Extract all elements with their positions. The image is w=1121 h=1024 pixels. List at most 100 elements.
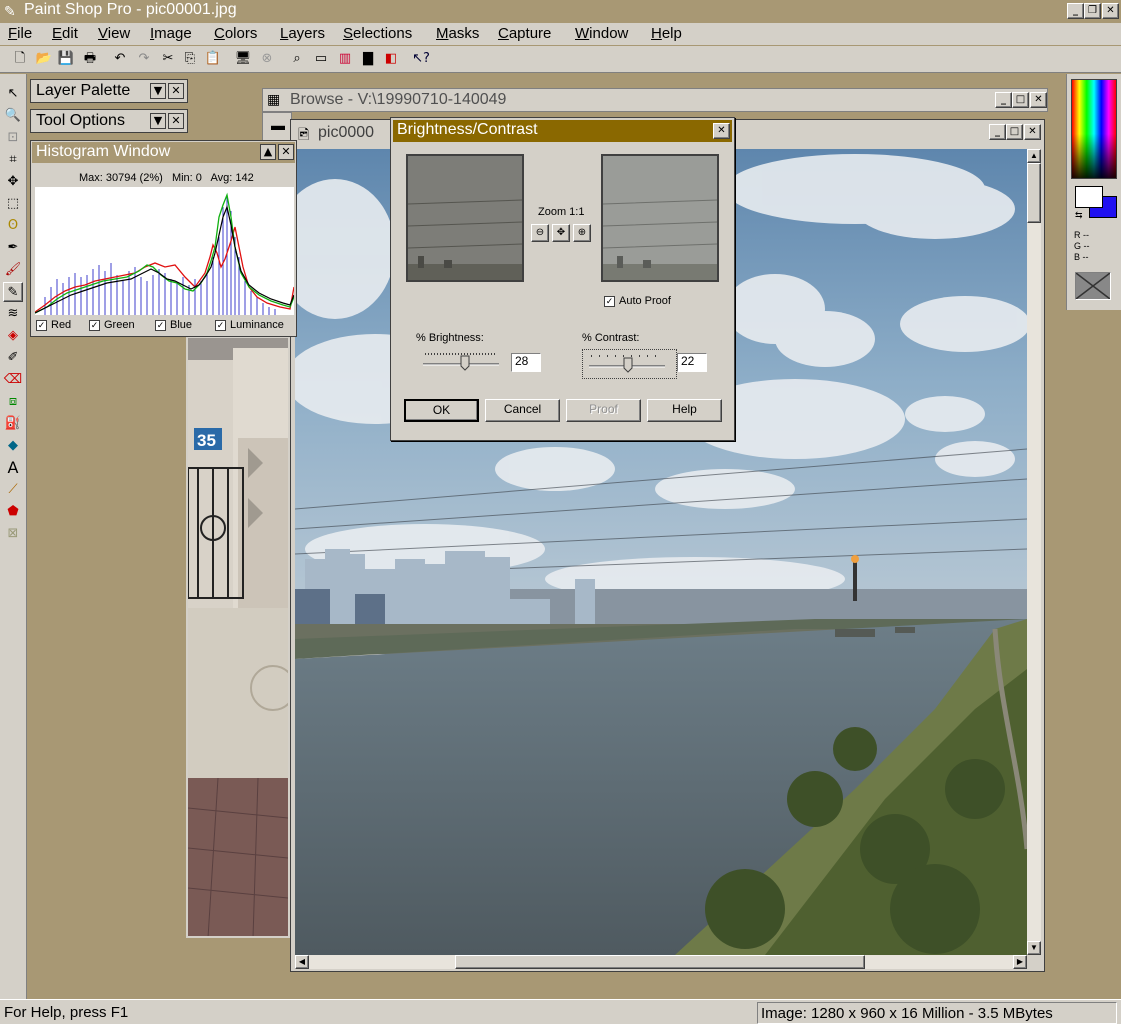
image-maximize-button[interactable]: □ (1006, 124, 1023, 140)
contrast-value-input[interactable]: 22 (677, 353, 707, 372)
contrast-slider[interactable] (582, 349, 677, 379)
histogram-close-icon[interactable]: ✕ (278, 144, 294, 160)
layer-palette[interactable]: Layer Palette ▼ ✕ (30, 79, 188, 103)
deformation-tool-icon[interactable]: ⊡ (3, 128, 23, 148)
mover-tool-icon[interactable]: ✥ (3, 172, 23, 192)
dialog-title-bar[interactable]: Brightness/Contrast ✕ (393, 120, 732, 142)
background-photo-window[interactable]: 35 (186, 336, 290, 938)
tool-options-expand-icon[interactable]: ▼ (150, 113, 166, 129)
toolbar-toggle-icon[interactable]: ▭ (311, 49, 331, 69)
browse-maximize-button[interactable]: □ (1012, 92, 1029, 108)
eraser-tool-icon[interactable]: ⌫ (3, 370, 23, 390)
paintbrush-tool-icon[interactable]: 🖌 (3, 260, 23, 280)
image-close-button[interactable]: ✕ (1024, 124, 1041, 140)
color-spectrum-picker[interactable] (1071, 79, 1117, 179)
context-help-icon[interactable]: ↖? (411, 49, 431, 69)
histogram-red-checkbox[interactable]: ✓ Red (36, 319, 71, 331)
scroll-right-button[interactable]: ▶ (1013, 955, 1027, 969)
stop-icon[interactable]: ⊗ (257, 49, 277, 69)
paste-icon[interactable]: 📋 (203, 49, 223, 69)
undo-icon[interactable]: ↶ (110, 49, 130, 69)
open-folder-icon[interactable]: 📂 (34, 49, 54, 69)
menu-colors[interactable]: Colors (214, 25, 257, 42)
selection-tool-icon[interactable]: ⬚ (3, 194, 23, 214)
scroll-left-button[interactable]: ◀ (295, 955, 309, 969)
draw-tool-icon[interactable]: ⟋ (3, 480, 23, 500)
object-selector-tool-icon[interactable]: ⊠ (3, 524, 23, 544)
color-palette-icon[interactable]: ▥ (335, 49, 355, 69)
vertical-scroll-thumb[interactable] (1027, 163, 1041, 223)
scratch-remover-tool-icon[interactable]: ✐ (3, 348, 23, 368)
browse-thumbnail-pane[interactable]: ▬ (262, 112, 292, 142)
brightness-slider[interactable] (421, 352, 501, 371)
cancel-button[interactable]: Cancel (485, 399, 560, 422)
after-preview[interactable] (601, 154, 719, 282)
save-icon[interactable]: 💾 (56, 49, 76, 69)
redo-icon[interactable]: ↷ (134, 49, 154, 69)
zoom-in-icon[interactable]: ⊕ (573, 224, 591, 242)
lasso-tool-icon[interactable]: ʘ (3, 216, 23, 236)
browse-minimize-button[interactable]: _ (995, 92, 1012, 108)
menu-masks[interactable]: Masks (436, 25, 479, 42)
menu-window[interactable]: Window (575, 25, 628, 42)
zoom-out-icon[interactable]: ⊖ (531, 224, 549, 242)
dialog-close-button[interactable]: ✕ (713, 123, 730, 139)
histogram-title-bar[interactable]: Histogram Window ▲ ✕ (32, 142, 295, 163)
menu-view[interactable]: View (98, 25, 130, 42)
scroll-down-button[interactable]: ▼ (1027, 941, 1041, 955)
menu-layers[interactable]: Layers (280, 25, 325, 42)
ok-button[interactable]: OK (404, 399, 479, 422)
histogram-green-checkbox[interactable]: ✓ Green (89, 319, 135, 331)
scroll-up-button[interactable]: ▲ (1027, 149, 1041, 163)
tool-options-close-icon[interactable]: ✕ (168, 113, 184, 129)
minimize-button[interactable]: _ (1067, 3, 1084, 19)
horizontal-scrollbar[interactable]: ◀ ▶ (295, 955, 1027, 969)
preset-shapes-tool-icon[interactable]: ⬟ (3, 502, 23, 522)
overview-icon[interactable]: ⌕ (287, 49, 307, 69)
histogram-blue-checkbox[interactable]: ✓ Blue (155, 319, 192, 331)
print-icon[interactable]: 🖶 (80, 49, 100, 69)
histogram-luminance-checkbox[interactable]: ✓ Luminance (215, 319, 284, 331)
before-preview[interactable] (406, 154, 524, 282)
layer-palette-toggle-icon[interactable]: ◧ (381, 49, 401, 69)
menu-help[interactable]: Help (651, 25, 682, 42)
layer-palette-close-icon[interactable]: ✕ (168, 83, 184, 99)
horizontal-scroll-thumb[interactable] (455, 955, 865, 969)
menu-file[interactable]: File (8, 25, 32, 42)
zoom-tool-icon[interactable]: 🔍 (3, 106, 23, 126)
browse-title-bar[interactable]: ▦ Browse - V:\19990710-140049 _ □ ✕ (262, 88, 1048, 112)
brightness-value-input[interactable]: 28 (511, 353, 541, 372)
histogram-collapse-icon[interactable]: ▲ (260, 144, 276, 160)
color-replacer-tool-icon[interactable]: ≋ (3, 304, 23, 324)
menu-edit[interactable]: Edit (52, 25, 78, 42)
proof-button[interactable]: Proof (566, 399, 641, 422)
cut-icon[interactable]: ✂ (158, 49, 178, 69)
arrow-tool-icon[interactable]: ↖ (3, 84, 23, 104)
image-minimize-button[interactable]: _ (989, 124, 1006, 140)
crop-tool-icon[interactable]: ⌗ (3, 150, 23, 170)
airbrush-tool-icon[interactable]: ⛽ (3, 414, 23, 434)
text-tool-icon[interactable]: A (3, 458, 23, 478)
foreground-color-swatch[interactable] (1075, 186, 1103, 208)
close-button[interactable]: ✕ (1102, 3, 1119, 19)
pan-icon[interactable]: ✥ (552, 224, 570, 242)
auto-proof-checkbox[interactable]: ✓ Auto Proof (604, 295, 671, 307)
restore-button[interactable]: ❐ (1084, 3, 1101, 19)
dropper-tool-icon[interactable]: ✒ (3, 238, 23, 258)
clone-brush-tool-icon[interactable]: ✎ (3, 282, 23, 302)
histogram-toggle-icon[interactable]: ▇ (358, 49, 378, 69)
tool-options-palette[interactable]: Tool Options ▼ ✕ (30, 109, 188, 133)
picture-tube-tool-icon[interactable]: ⧈ (3, 392, 23, 412)
browse-close-button[interactable]: ✕ (1030, 92, 1047, 108)
new-file-icon[interactable]: 🗋 (10, 49, 30, 69)
vertical-scrollbar[interactable]: ▲ ▼ (1027, 149, 1041, 955)
menu-selections[interactable]: Selections (343, 25, 412, 42)
layer-palette-expand-icon[interactable]: ▼ (150, 83, 166, 99)
swap-colors-icon[interactable]: ⇆ (1075, 210, 1083, 221)
texture-swatch[interactable] (1075, 272, 1111, 300)
menu-capture[interactable]: Capture (498, 25, 551, 42)
retouch-tool-icon[interactable]: ◈ (3, 326, 23, 346)
menu-image[interactable]: Image (150, 25, 192, 42)
flood-fill-tool-icon[interactable]: ◆ (3, 436, 23, 456)
copy-icon[interactable]: ⎘ (180, 49, 200, 69)
